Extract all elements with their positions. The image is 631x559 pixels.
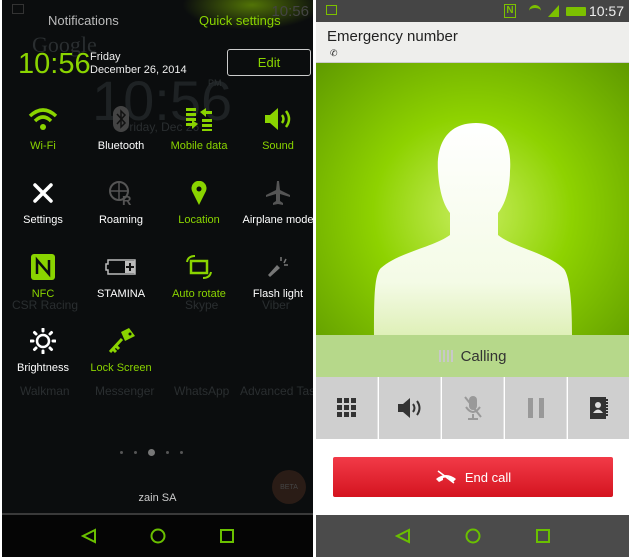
- nfc-icon: [4, 252, 82, 282]
- clock-day: Friday: [90, 51, 121, 63]
- tile-label: Sound: [262, 140, 294, 152]
- settings-icon: [4, 178, 82, 208]
- call-status: Calling: [460, 347, 507, 365]
- bg-app: Viber: [262, 298, 290, 312]
- home-icon[interactable]: [465, 528, 481, 544]
- recents-icon[interactable]: [535, 529, 550, 543]
- edit-button[interactable]: Edit: [227, 49, 311, 76]
- tile-label: Bluetooth: [97, 140, 145, 152]
- tile-label: Roaming: [98, 214, 144, 226]
- tile-label: Auto rotate: [172, 288, 226, 300]
- bg-app: Advanced Task: [240, 384, 313, 398]
- page-indicator: [120, 449, 183, 456]
- call-screen: N 10:57 Emergency number ✆ Calling End c…: [316, 0, 629, 557]
- tile-label: Location: [178, 214, 220, 226]
- hold-icon: [527, 398, 544, 418]
- tab-quick-settings[interactable]: Quick settings: [199, 13, 281, 28]
- bluetooth-icon: [82, 104, 160, 134]
- tile-label: Airplane mode: [242, 214, 313, 226]
- signal-icon: [548, 5, 559, 17]
- status-bar: N 10:57: [316, 0, 629, 22]
- tile-label: Wi-Fi: [30, 140, 56, 152]
- contacts-icon: [589, 397, 608, 419]
- svg-text:R: R: [122, 193, 132, 206]
- mute-button[interactable]: [442, 377, 504, 439]
- tile-wi-fi[interactable]: Wi-Fi: [4, 104, 82, 152]
- sound-icon: [239, 104, 313, 134]
- wifi-icon: [4, 104, 82, 134]
- carrier-label: zain SA: [138, 492, 177, 504]
- caller-photo: [316, 63, 629, 335]
- auto-rotate-icon: [160, 252, 238, 282]
- tile-nfc[interactable]: NFC: [4, 252, 82, 300]
- tile-settings[interactable]: Settings: [4, 178, 82, 226]
- brightness-icon: [4, 326, 82, 356]
- tile-label: Lock Screen: [90, 362, 152, 374]
- key-icon: [82, 326, 160, 356]
- bg-app: Skype: [185, 298, 219, 312]
- tile-label: STAMINA: [96, 288, 146, 300]
- contacts-button[interactable]: [568, 377, 629, 439]
- bg-app: WhatsApp: [174, 384, 230, 398]
- bg-pm: PM: [208, 78, 222, 88]
- signal-bars-icon: [438, 350, 455, 362]
- mobile-data-icon: [160, 104, 238, 134]
- speaker-icon: [397, 398, 420, 418]
- phone-small-icon: ✆: [330, 48, 338, 58]
- quick-settings-screen: 10:56 Google 10:56 PM Friday, Dec 26 Not…: [2, 0, 313, 557]
- tile-label: Flash light: [252, 288, 304, 300]
- tile-roaming[interactable]: R Roaming: [82, 178, 160, 226]
- tab-notifications[interactable]: Notifications: [48, 13, 119, 28]
- bg-app: CSR Racing: [12, 298, 79, 312]
- speaker-button[interactable]: [379, 377, 441, 439]
- end-call-label: End call: [464, 469, 512, 485]
- person-silhouette-icon: [374, 123, 572, 335]
- tile-brightness[interactable]: Brightness: [4, 326, 82, 374]
- home-icon[interactable]: [150, 528, 166, 544]
- call-status-bar: Calling: [316, 335, 629, 377]
- clock-time: 10:56: [18, 48, 91, 80]
- navigation-bar: [2, 515, 313, 557]
- tile-label: Brightness: [17, 362, 69, 374]
- back-icon[interactable]: [80, 528, 97, 544]
- dialpad-button[interactable]: [316, 377, 378, 439]
- battery-stamina-icon: [82, 252, 160, 282]
- tile-auto-rotate[interactable]: Auto rotate: [160, 252, 238, 300]
- caller-name: Emergency number: [327, 28, 458, 45]
- tile-location[interactable]: Location: [160, 178, 238, 226]
- gallery-notification-icon: [12, 4, 24, 14]
- dialpad-icon: [336, 398, 356, 417]
- tile-airplane-mode[interactable]: Airplane mode: [239, 178, 313, 226]
- tile-label: Mobile data: [170, 140, 228, 152]
- status-time: 10:57: [588, 3, 624, 19]
- end-call-icon: [435, 470, 456, 484]
- battery-icon: [566, 7, 586, 16]
- navigation-bar: [316, 515, 629, 557]
- back-icon[interactable]: [395, 528, 411, 544]
- tile-mobile-data[interactable]: Mobile data: [160, 104, 238, 152]
- flashlight-icon: [239, 252, 313, 282]
- nfc-status-icon: N: [504, 4, 516, 18]
- wifi-status-icon: [529, 5, 541, 17]
- tile-sound[interactable]: Sound: [239, 104, 313, 152]
- recents-icon[interactable]: [220, 529, 235, 543]
- end-call-button[interactable]: End call: [333, 457, 613, 497]
- airplane-icon: [239, 178, 313, 208]
- roaming-icon: R: [82, 178, 160, 208]
- location-icon: [160, 178, 238, 208]
- tile-lock-screen[interactable]: Lock Screen: [82, 326, 160, 374]
- mute-icon: [463, 396, 482, 420]
- tile-bluetooth[interactable]: Bluetooth: [82, 104, 160, 152]
- hold-button[interactable]: [505, 377, 567, 439]
- tile-label: NFC: [31, 288, 55, 300]
- tile-stamina[interactable]: STAMINA: [82, 252, 160, 300]
- bg-app: Walkman: [20, 384, 70, 398]
- tile-flash-light[interactable]: Flash light: [239, 252, 313, 300]
- call-header: Emergency number ✆: [316, 22, 629, 63]
- gallery-notification-icon: [326, 5, 337, 15]
- clock-date: December 26, 2014: [90, 64, 187, 76]
- tile-label: Settings: [23, 214, 63, 226]
- bg-app: Messenger: [95, 384, 155, 398]
